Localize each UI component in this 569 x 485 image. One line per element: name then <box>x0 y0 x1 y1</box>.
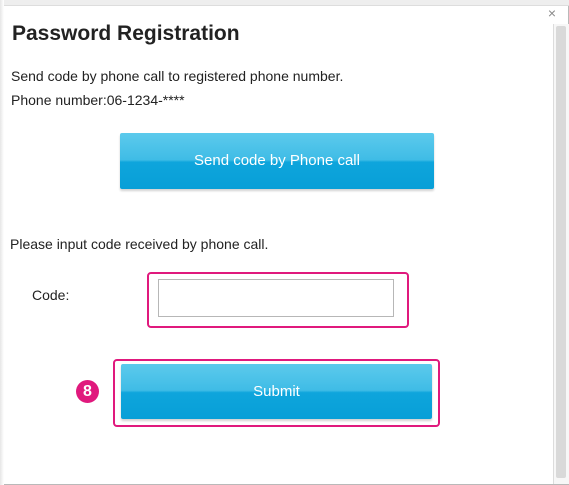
submit-button[interactable]: Submit <box>121 364 432 419</box>
step-number-badge: 8 <box>76 380 99 403</box>
scrollbar-thumb[interactable] <box>556 26 566 478</box>
window-top-strip <box>0 0 569 6</box>
dialog-title: Password Registration <box>12 22 240 45</box>
window-left-edge <box>0 0 4 485</box>
instruction-text: Send code by phone call to registered ph… <box>11 68 344 84</box>
send-code-button[interactable]: Send code by Phone call <box>120 133 434 189</box>
close-icon[interactable]: × <box>545 6 559 20</box>
code-label: Code: <box>32 287 70 303</box>
phone-number-text: Phone number:06-1234-**** <box>11 92 185 108</box>
code-input[interactable] <box>158 279 394 317</box>
code-prompt-text: Please input code received by phone call… <box>10 236 269 252</box>
